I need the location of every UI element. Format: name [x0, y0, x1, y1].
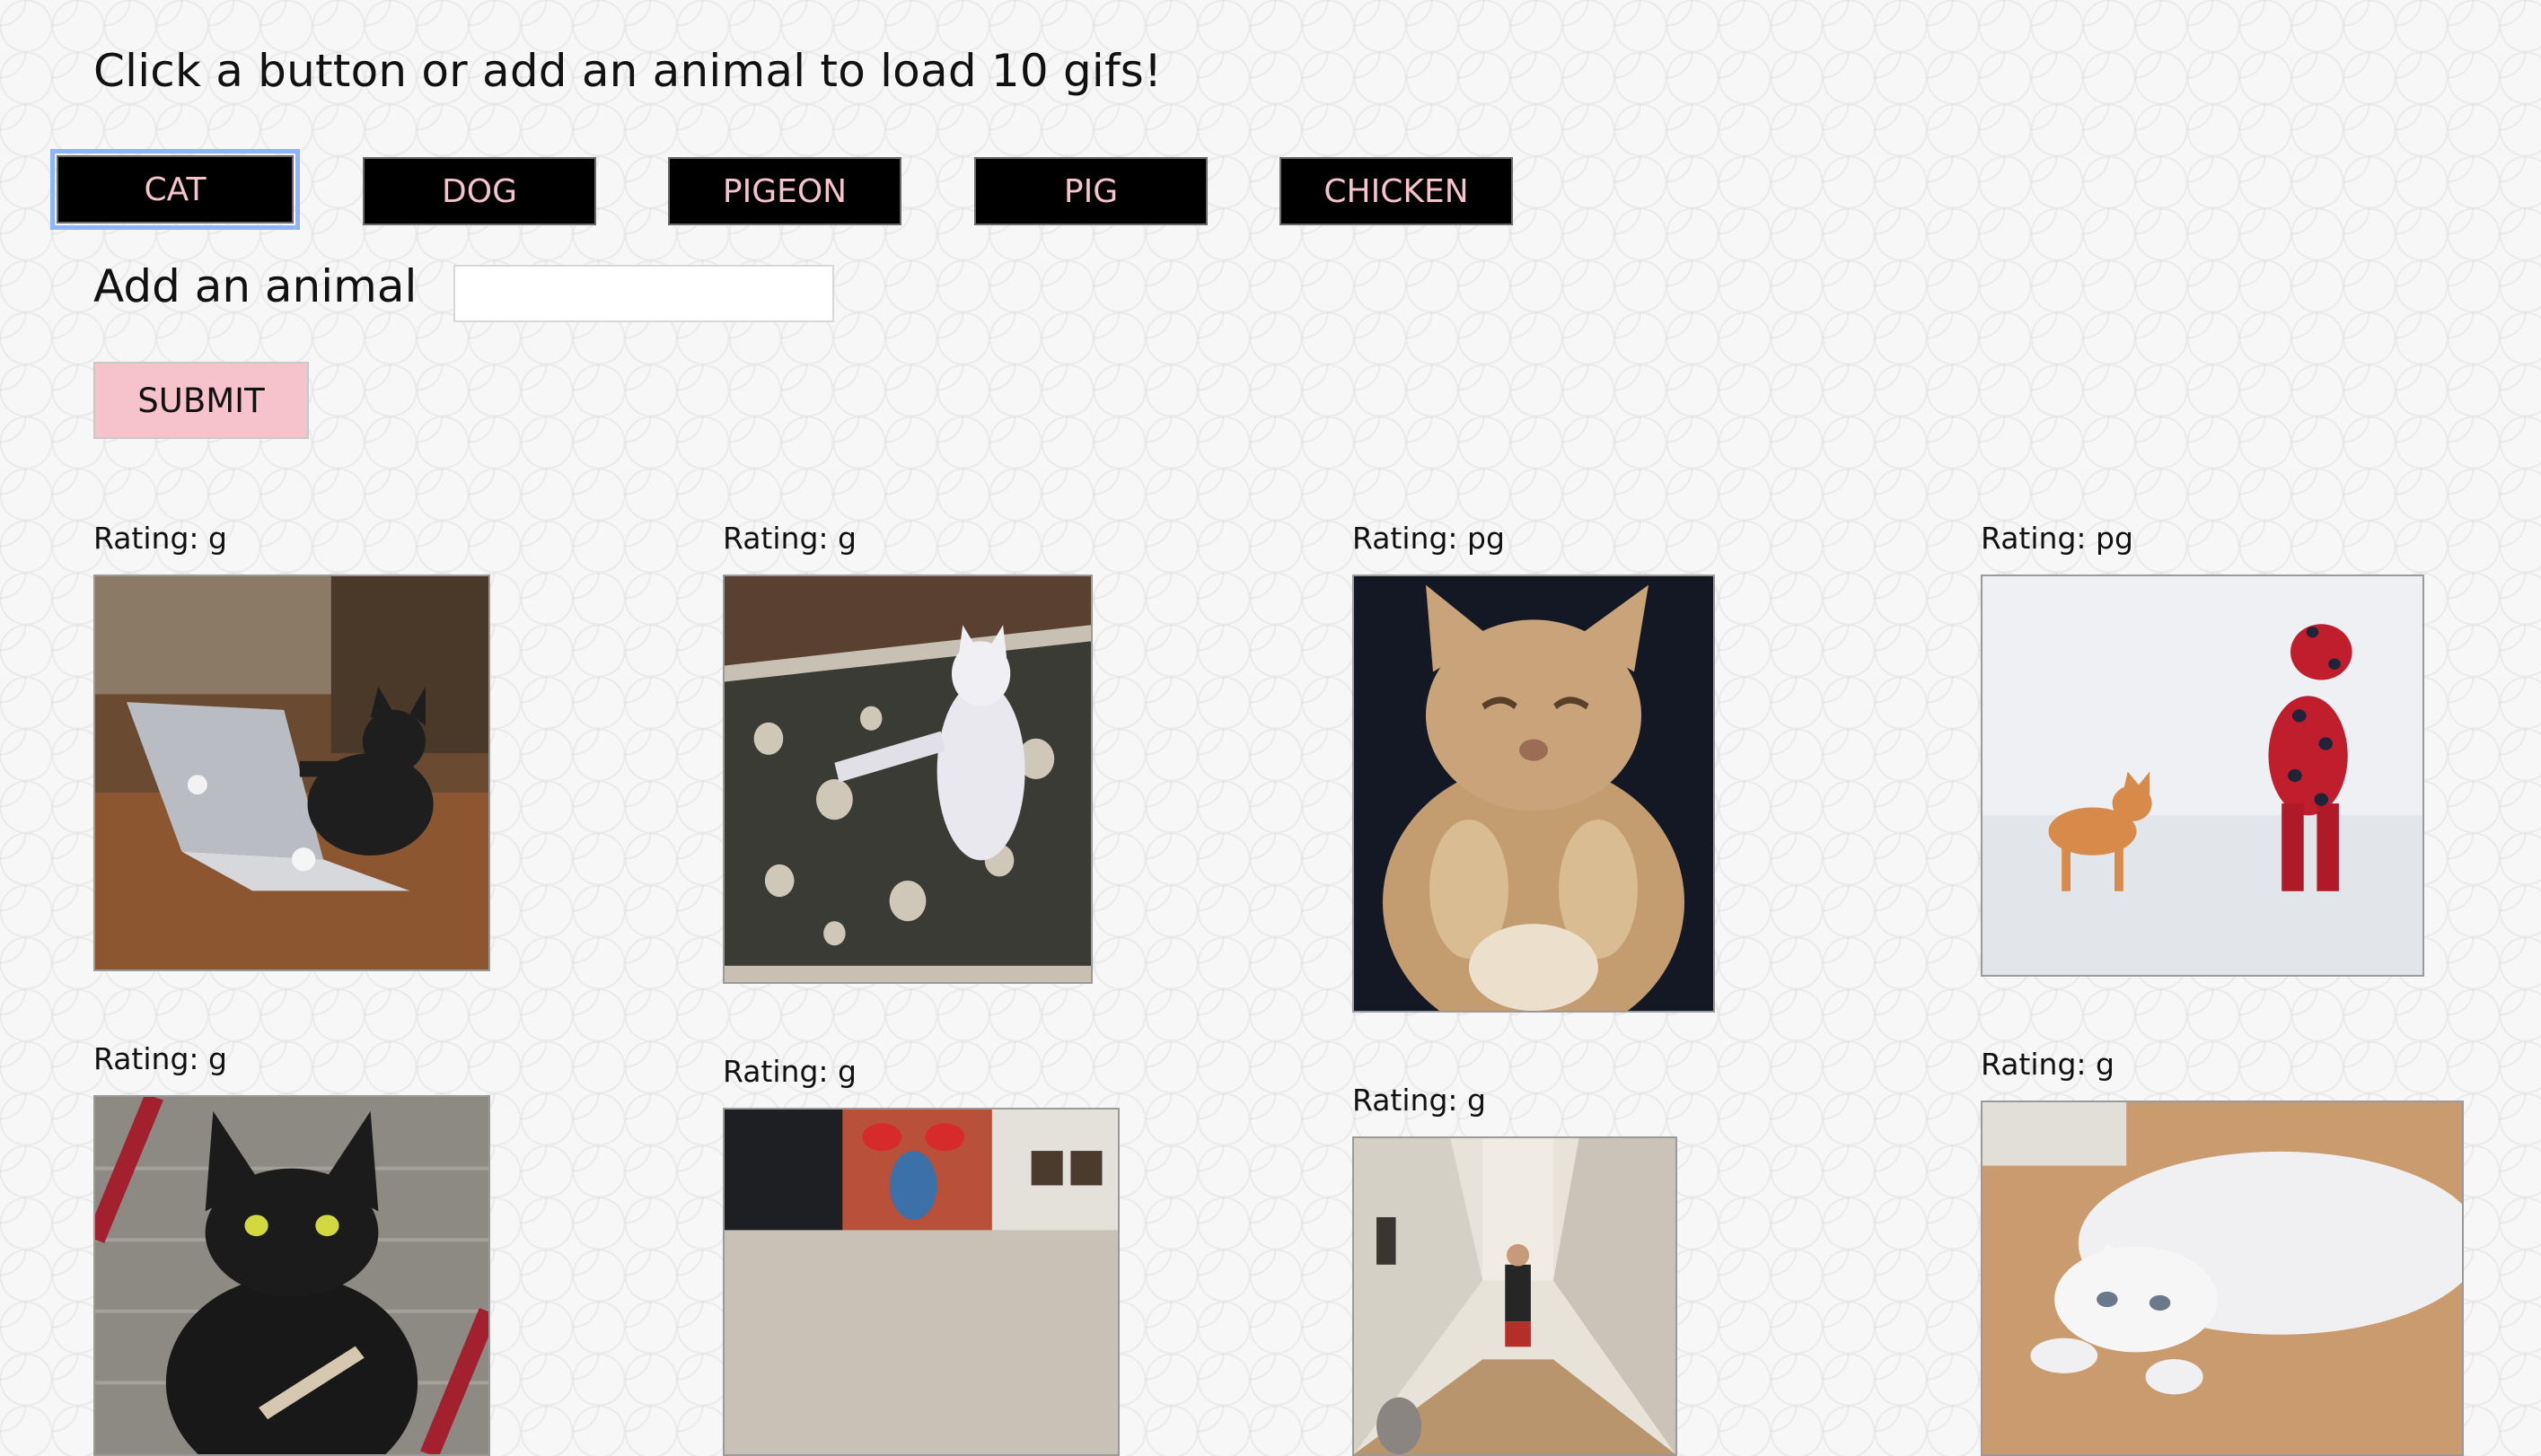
page-prompt: Click a button or add an animal to load … — [93, 45, 1163, 97]
gif-kitten-paws-up[interactable] — [1352, 575, 1715, 1013]
gif-black-cat-nail-file[interactable] — [93, 1095, 490, 1456]
add-animal-label: Add an animal — [93, 260, 418, 312]
animal-button-chicken[interactable]: CHICKEN — [1279, 157, 1513, 225]
animal-button-pigeon[interactable]: PIGEON — [668, 157, 901, 225]
add-animal-input[interactable] — [453, 265, 834, 322]
gif-man-cat-hallway[interactable] — [1352, 1136, 1677, 1456]
submit-button[interactable]: SUBMIT — [93, 362, 309, 439]
gif-rating: Rating: g — [1981, 1047, 2115, 1082]
animal-button-pig[interactable]: PIG — [974, 157, 1208, 225]
gif-rating: Rating: g — [723, 521, 857, 556]
gif-rating: Rating: g — [723, 1054, 857, 1089]
gif-rating: Rating: g — [1352, 1083, 1486, 1118]
gif-rating: Rating: pg — [1352, 521, 1505, 556]
animal-button-dog[interactable]: DOG — [363, 157, 596, 225]
gif-cat-child-snow[interactable] — [1981, 575, 2424, 977]
gif-white-cat-rug[interactable] — [723, 575, 1093, 984]
gif-rating: Rating: pg — [1981, 521, 2133, 556]
gif-cat-typing-laptop[interactable] — [93, 575, 490, 971]
animal-button-cat[interactable]: CAT — [50, 149, 300, 230]
gif-room-vase-painting[interactable] — [723, 1108, 1120, 1456]
gif-rating: Rating: g — [93, 521, 227, 556]
gif-white-cat-floor[interactable] — [1981, 1101, 2464, 1456]
gif-rating: Rating: g — [93, 1041, 227, 1076]
